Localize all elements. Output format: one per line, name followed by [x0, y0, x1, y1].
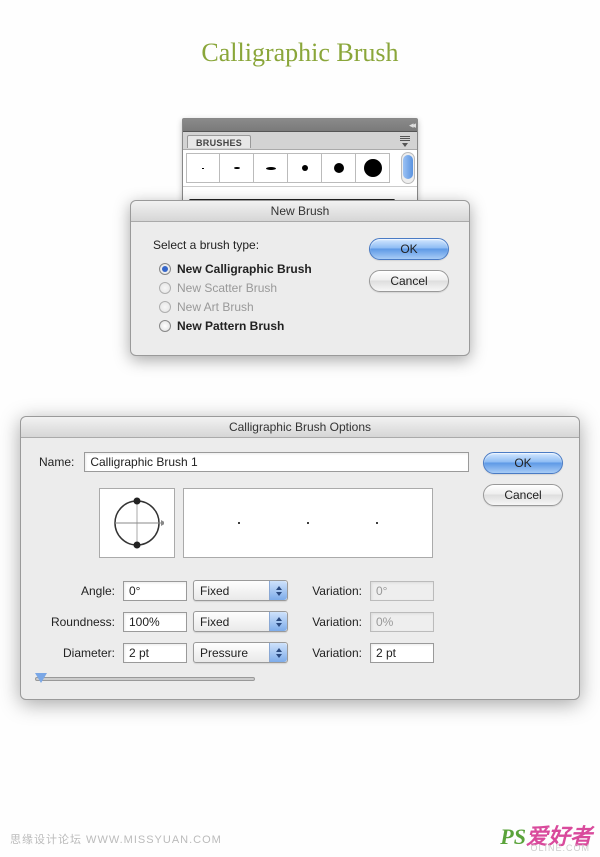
- brush-thumbnail[interactable]: [254, 153, 288, 183]
- radio-icon[interactable]: [159, 320, 171, 332]
- angle-input[interactable]: 0°: [123, 581, 187, 601]
- panel-header[interactable]: ◂◂: [183, 119, 417, 132]
- radio-icon[interactable]: [159, 263, 171, 275]
- panel-tabs: BRUSHES: [183, 132, 417, 150]
- page-title: Calligraphic Brush: [0, 38, 600, 68]
- radio-label: New Scatter Brush: [177, 281, 277, 295]
- angle-variation-input: 0°: [370, 581, 434, 601]
- panel-menu-icon[interactable]: [397, 135, 413, 147]
- radio-label: New Pattern Brush: [177, 319, 284, 333]
- watermark-sub: OLINE.COM: [530, 843, 590, 853]
- diameter-input[interactable]: 2 pt: [123, 643, 187, 663]
- name-input[interactable]: Calligraphic Brush 1: [84, 452, 469, 472]
- dialog-title: New Brush: [131, 201, 469, 222]
- radio-label: New Calligraphic Brush: [177, 262, 312, 276]
- scrollbar[interactable]: [401, 152, 415, 184]
- radio-scatter: New Scatter Brush: [159, 281, 365, 295]
- angle-mode-dropdown[interactable]: Fixed: [193, 580, 288, 601]
- angle-preview[interactable]: [99, 488, 175, 558]
- slider-thumb[interactable]: [35, 673, 47, 683]
- roundness-label: Roundness:: [39, 615, 117, 629]
- dropdown-arrows-icon[interactable]: [269, 643, 287, 662]
- size-preview: [183, 488, 433, 558]
- radio-art: New Art Brush: [159, 300, 365, 314]
- dropdown-value: Fixed: [200, 615, 229, 629]
- dialog-title: Calligraphic Brush Options: [21, 417, 579, 438]
- diameter-mode-dropdown[interactable]: Pressure: [193, 642, 288, 663]
- roundness-mode-dropdown[interactable]: Fixed: [193, 611, 288, 632]
- radio-pattern[interactable]: New Pattern Brush: [159, 319, 365, 333]
- ok-button[interactable]: OK: [483, 452, 563, 474]
- dropdown-value: Pressure: [200, 646, 248, 660]
- watermark-left: 思缘设计论坛 WWW.MISSYUAN.COM: [10, 831, 222, 847]
- dropdown-value: Fixed: [200, 584, 229, 598]
- brush-thumbnail[interactable]: [322, 153, 356, 183]
- diameter-variation-input[interactable]: 2 pt: [370, 643, 434, 663]
- angle-variation-label: Variation:: [294, 584, 364, 598]
- dropdown-arrows-icon[interactable]: [269, 612, 287, 631]
- angle-label: Angle:: [39, 584, 117, 598]
- brush-type-prompt: Select a brush type:: [153, 238, 365, 252]
- brushes-tab[interactable]: BRUSHES: [187, 135, 251, 148]
- brush-thumbnails: [183, 150, 417, 187]
- radio-calligraphic[interactable]: New Calligraphic Brush: [159, 262, 365, 276]
- cancel-button[interactable]: Cancel: [369, 270, 449, 292]
- roundness-variation-label: Variation:: [294, 615, 364, 629]
- scrollbar-thumb[interactable]: [403, 155, 413, 179]
- diameter-label: Diameter:: [39, 646, 117, 660]
- roundness-variation-input: 0%: [370, 612, 434, 632]
- radio-label: New Art Brush: [177, 300, 254, 314]
- dropdown-arrows-icon[interactable]: [269, 581, 287, 600]
- brush-type-radios: New Calligraphic Brush New Scatter Brush…: [159, 262, 365, 333]
- new-brush-dialog: New Brush Select a brush type: New Calli…: [130, 200, 470, 356]
- roundness-input[interactable]: 100%: [123, 612, 187, 632]
- diameter-slider[interactable]: [35, 677, 255, 681]
- brush-thumbnail[interactable]: [220, 153, 254, 183]
- ok-button[interactable]: OK: [369, 238, 449, 260]
- calligraphic-options-dialog: Calligraphic Brush Options Name: Calligr…: [20, 416, 580, 700]
- name-label: Name:: [39, 455, 74, 469]
- collapse-icon[interactable]: ◂◂: [409, 120, 414, 131]
- angle-circle-icon[interactable]: [110, 496, 164, 550]
- radio-icon: [159, 282, 171, 294]
- cancel-button[interactable]: Cancel: [483, 484, 563, 506]
- radio-icon: [159, 301, 171, 313]
- brush-thumbnail[interactable]: [356, 153, 390, 183]
- brush-thumbnail[interactable]: [288, 153, 322, 183]
- brush-thumbnail[interactable]: [186, 153, 220, 183]
- diameter-variation-label: Variation:: [294, 646, 364, 660]
